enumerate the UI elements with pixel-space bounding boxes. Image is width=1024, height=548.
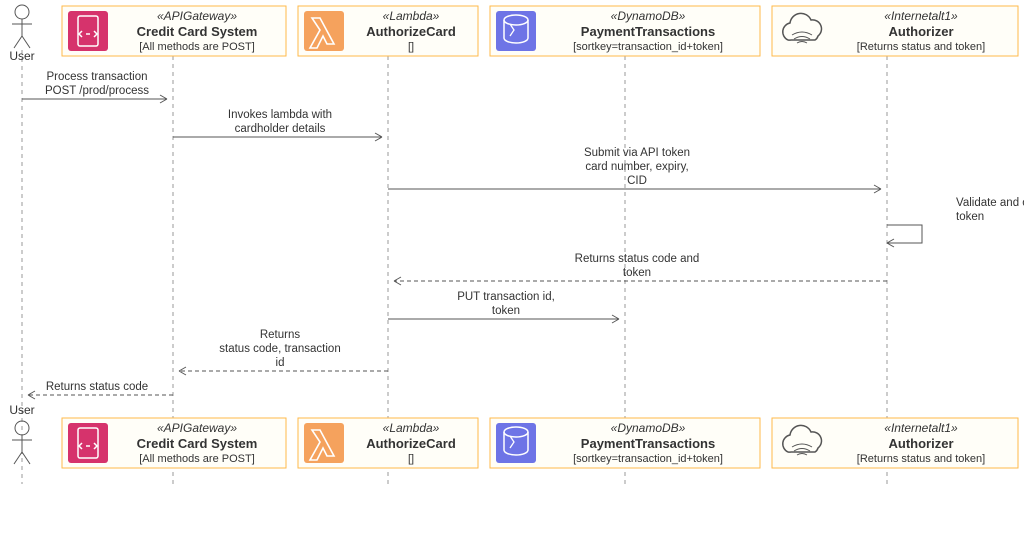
svg-text:«Internetalt1»: «Internetalt1» xyxy=(884,421,958,435)
dynamodb-icon xyxy=(496,11,536,51)
msg-invoke-lambda: Invokes lambda with cardholder details xyxy=(173,109,382,141)
dynamodb-icon xyxy=(496,423,536,463)
svg-text:token: token xyxy=(956,211,984,223)
svg-text:[]: [] xyxy=(408,453,414,465)
svg-text:token: token xyxy=(492,305,520,317)
svg-text:[All methods are POST]: [All methods are POST] xyxy=(139,453,255,465)
lambda-icon xyxy=(304,423,344,463)
svg-text:Invokes lambda with: Invokes lambda with xyxy=(228,109,332,121)
participant-auth-top: «Internetalt1» Authorizer [Returns statu… xyxy=(772,6,1018,56)
svg-text:«DynamoDB»: «DynamoDB» xyxy=(611,9,686,23)
svg-text:[All methods are POST]: [All methods are POST] xyxy=(139,41,255,53)
actor-user-bottom: User xyxy=(9,403,34,464)
msg-return-status-code: Returns status code xyxy=(28,381,173,399)
svg-text:«APIGateway»: «APIGateway» xyxy=(157,421,237,435)
participant-db-bottom: «DynamoDB» PaymentTransactions [sortkey=… xyxy=(490,418,760,468)
svg-text:Process transaction: Process transaction xyxy=(47,71,148,83)
svg-text:card number, expiry,: card number, expiry, xyxy=(585,161,688,173)
svg-text:PaymentTransactions: PaymentTransactions xyxy=(581,436,715,451)
svg-text:«APIGateway»: «APIGateway» xyxy=(157,9,237,23)
svg-text:[Returns status and token]: [Returns status and token] xyxy=(857,453,985,465)
svg-text:«DynamoDB»: «DynamoDB» xyxy=(611,421,686,435)
svg-text:«Internetalt1»: «Internetalt1» xyxy=(884,9,958,23)
svg-text:cardholder details: cardholder details xyxy=(235,123,326,135)
svg-text:token: token xyxy=(623,267,651,279)
msg-submit-token: Submit via API token card number, expiry… xyxy=(388,147,881,193)
svg-text:Authorizer: Authorizer xyxy=(889,24,954,39)
svg-text:Returns status code and: Returns status code and xyxy=(575,253,700,265)
apigateway-icon xyxy=(68,423,108,463)
user-label-bottom: User xyxy=(9,403,34,417)
svg-text:AuthorizeCard: AuthorizeCard xyxy=(366,436,456,451)
svg-text:AuthorizeCard: AuthorizeCard xyxy=(366,24,456,39)
svg-text:«Lambda»: «Lambda» xyxy=(383,421,440,435)
msg-process-transaction: Process transaction POST /prod/process xyxy=(22,71,167,103)
svg-text:[]: [] xyxy=(408,41,414,53)
participant-lambda-top: «Lambda» AuthorizeCard [] xyxy=(298,6,478,56)
svg-text:Returns status code: Returns status code xyxy=(46,381,148,393)
sequence-diagram: User «APIGateway» Credit Card System [Al… xyxy=(0,0,1024,548)
svg-text:id: id xyxy=(276,357,285,369)
svg-text:[sortkey=transaction_id+token]: [sortkey=transaction_id+token] xyxy=(573,453,723,465)
svg-text:Credit Card System: Credit Card System xyxy=(137,436,258,451)
svg-text:status code, transaction: status code, transaction xyxy=(219,343,340,355)
participant-lambda-bottom: «Lambda» AuthorizeCard [] xyxy=(298,418,478,468)
msg-return-transaction-id: Returns status code, transaction id xyxy=(179,329,388,375)
participant-api-top: «APIGateway» Credit Card System [All met… xyxy=(62,6,286,56)
svg-text:PUT transaction id,: PUT transaction id, xyxy=(457,291,555,303)
svg-text:Authorizer: Authorizer xyxy=(889,436,954,451)
msg-validate-create-token: Validate and create token xyxy=(887,197,1024,247)
actor-user-top: User xyxy=(9,5,34,63)
svg-text:POST /prod/process: POST /prod/process xyxy=(45,85,149,97)
svg-text:Credit Card System: Credit Card System xyxy=(137,24,258,39)
msg-return-status-token: Returns status code and token xyxy=(394,253,887,285)
svg-text:[Returns status and token]: [Returns status and token] xyxy=(857,41,985,53)
apigateway-icon xyxy=(68,11,108,51)
svg-text:Submit via API token: Submit via API token xyxy=(584,147,690,159)
user-label-top: User xyxy=(9,49,34,63)
participant-auth-bottom: «Internetalt1» Authorizer [Returns statu… xyxy=(772,418,1018,468)
svg-text:«Lambda»: «Lambda» xyxy=(383,9,440,23)
participant-db-top: «DynamoDB» PaymentTransactions [sortkey=… xyxy=(490,6,760,56)
svg-text:Returns: Returns xyxy=(260,329,301,341)
msg-put-transaction: PUT transaction id, token xyxy=(388,291,619,323)
svg-text:[sortkey=transaction_id+token]: [sortkey=transaction_id+token] xyxy=(573,41,723,53)
participant-api-bottom: «APIGateway» Credit Card System [All met… xyxy=(62,418,286,468)
svg-text:CID: CID xyxy=(627,175,647,187)
svg-text:PaymentTransactions: PaymentTransactions xyxy=(581,24,715,39)
lambda-icon xyxy=(304,11,344,51)
svg-text:Validate and create: Validate and create xyxy=(956,197,1024,209)
